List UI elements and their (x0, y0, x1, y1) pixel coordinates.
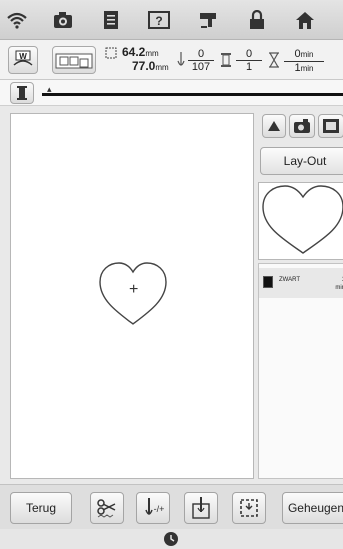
hoop-icon (55, 53, 93, 69)
spool-icon (17, 86, 27, 100)
needle-tension-icon: -/+ (145, 498, 165, 515)
svg-text:W: W (19, 52, 27, 61)
camera-icon[interactable] (50, 8, 76, 32)
wifi-icon[interactable] (4, 8, 30, 32)
needle-icon (176, 51, 186, 74)
thread-color-time: 1 min (335, 276, 343, 292)
color-current: 0 (236, 48, 262, 61)
thread-color-button[interactable] (10, 82, 34, 104)
color-list-item[interactable]: ZWART 1 min (259, 268, 343, 298)
scissors-icon (97, 499, 116, 518)
width-unit: mm (145, 49, 159, 58)
time-counter: 0min 1min (284, 48, 324, 75)
tension-button[interactable]: -/+ (136, 492, 170, 524)
center-crosshair-icon: + (129, 281, 139, 298)
lock-icon[interactable] (244, 8, 270, 32)
needle-frame-icon (192, 497, 210, 519)
dashed-frame-icon (240, 499, 258, 517)
embroidery-canvas[interactable]: + (10, 113, 254, 479)
thread-swatch (263, 276, 273, 288)
thread-bar: ▴ (0, 80, 343, 106)
frame-icon (323, 119, 339, 133)
color-counter: 0 1 (236, 48, 262, 73)
svg-text:-/+: -/+ (154, 504, 165, 514)
thread-trim-button[interactable] (90, 492, 124, 524)
width-readout: 64.2mm (122, 46, 159, 60)
status-bar: ? (0, 0, 343, 40)
size-icon (104, 46, 118, 65)
thread-color-list: ZWART 1 min (258, 263, 343, 479)
wireless-embroidery-button[interactable]: W (8, 46, 38, 74)
help-icon[interactable]: ? (146, 8, 172, 32)
stitch-current: 0 (188, 48, 214, 61)
camera-icon (294, 119, 310, 133)
thread-spool-icon (220, 52, 232, 73)
background-image-button[interactable] (318, 114, 343, 138)
footer (0, 529, 343, 549)
start-position-button[interactable] (184, 492, 218, 524)
hourglass-icon (268, 52, 280, 73)
trial-button[interactable] (232, 492, 266, 524)
needle-point-button[interactable] (262, 114, 286, 138)
clock-icon[interactable] (163, 531, 179, 549)
time-unit-bottom: min (300, 64, 314, 73)
width-value: 64.2 (122, 45, 146, 59)
camera-view-button[interactable] (289, 114, 315, 138)
height-value: 77.0 (132, 59, 156, 73)
time-unit-top: min (300, 50, 314, 59)
heart-preview-icon (262, 185, 343, 254)
home-icon[interactable] (292, 8, 318, 32)
hoop-select-button[interactable] (52, 46, 96, 74)
stitch-total: 107 (191, 61, 211, 73)
thread-progress-line (42, 93, 343, 96)
triangle-icon (268, 121, 280, 131)
stitch-counter: 0 107 (188, 48, 214, 73)
bottom-toolbar: Terug -/+ Geheugen (0, 484, 343, 529)
thread-color-name: ZWART (279, 277, 300, 283)
info-bar: W 64.2mm 77.0mm 0 107 0 1 0min 1min (0, 40, 343, 80)
thread-time-value: 1 (335, 276, 343, 284)
svg-text:?: ? (155, 14, 162, 28)
height-readout: 77.0mm (132, 60, 169, 74)
design-preview[interactable] (258, 182, 343, 260)
sewing-machine-icon[interactable] (196, 8, 222, 32)
layout-button[interactable]: Lay-Out (260, 147, 343, 175)
memory-button[interactable]: Geheugen (282, 492, 343, 524)
height-unit: mm (155, 63, 169, 72)
wireless-icon: W (13, 50, 33, 66)
back-button[interactable]: Terug (10, 492, 72, 524)
thread-time-unit: min (335, 285, 343, 291)
document-icon[interactable] (98, 8, 124, 32)
color-total: 1 (245, 61, 253, 73)
